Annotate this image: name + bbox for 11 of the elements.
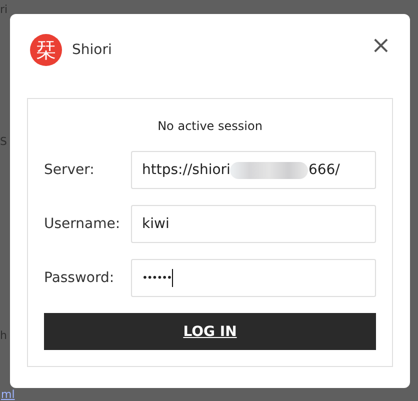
input-field[interactable]: •••••• [131,259,376,297]
app-logo: 栞 [30,34,62,66]
input-field[interactable]: https://shiori 666/ [131,151,376,189]
field-label: Password: [44,270,116,286]
input-field[interactable]: kiwi [131,205,376,243]
field-label: Server: [44,162,96,178]
session-status: No active session [156,119,264,133]
dialog-title: Shiori [72,42,112,58]
field-label: Username: [44,216,122,232]
close-button[interactable]: × [368,33,393,57]
login-button[interactable]: LOG IN [44,313,376,350]
